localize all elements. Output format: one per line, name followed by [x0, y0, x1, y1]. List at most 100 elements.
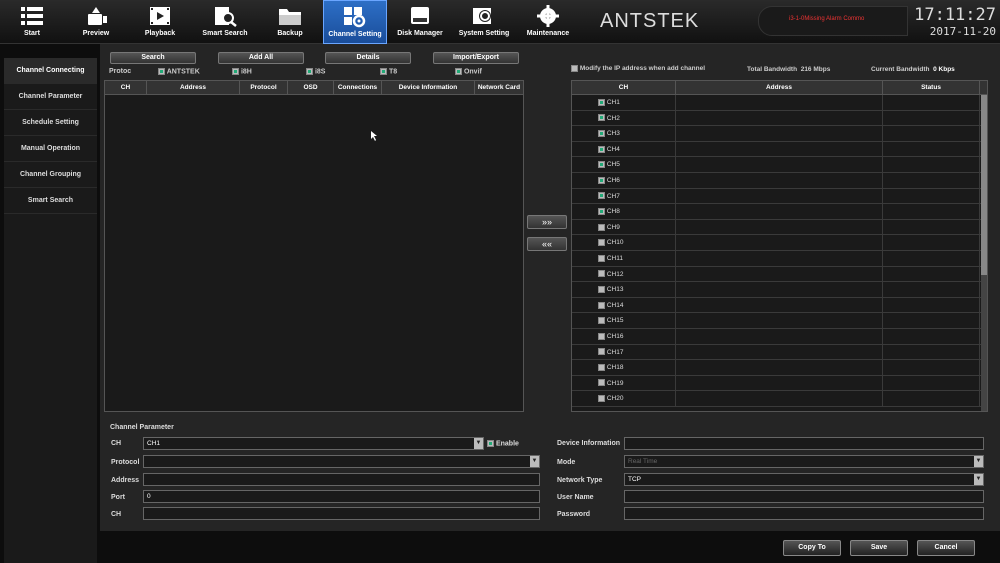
channel-row[interactable]: CH8	[572, 204, 987, 220]
checkbox[interactable]	[487, 440, 494, 447]
ch2-field[interactable]	[143, 507, 540, 520]
channel-checkbox[interactable]	[598, 395, 605, 403]
channel-checkbox[interactable]	[598, 317, 605, 325]
channel-row[interactable]: CH4	[572, 141, 987, 158]
channel-checkbox[interactable]	[598, 332, 605, 340]
checkbox[interactable]	[380, 68, 387, 75]
nav-smart-search[interactable]: Smart Search	[192, 0, 258, 44]
password-field[interactable]	[624, 507, 984, 520]
nav-backup[interactable]: Backup	[258, 0, 322, 44]
checkbox[interactable]	[306, 68, 313, 75]
column-header[interactable]: Connections	[334, 81, 382, 94]
mode-select[interactable]: Real Time ▼	[624, 455, 984, 468]
channel-row[interactable]: CH15	[572, 313, 987, 329]
channel-checkbox[interactable]	[598, 363, 605, 371]
network-type-select[interactable]: TCP ▼	[624, 473, 984, 486]
column-header[interactable]: Device Information	[382, 81, 475, 94]
channel-row[interactable]: CH12	[572, 266, 987, 283]
nav-playback[interactable]: Playback	[128, 0, 192, 44]
modify-ip-option[interactable]: Modify the IP address when add channel	[571, 65, 705, 72]
nav-channel-setting[interactable]: Channel Setting	[323, 0, 387, 44]
protocol-select[interactable]: ▼	[143, 455, 540, 468]
nav-disk-manager[interactable]: Disk Manager	[387, 0, 453, 44]
save-button[interactable]: Save	[850, 540, 908, 556]
column-header[interactable]: CH	[105, 81, 147, 94]
channel-row[interactable]: CH20	[572, 391, 987, 407]
channel-row[interactable]: CH11	[572, 250, 987, 267]
sidebar-item-manual-operation[interactable]: Manual Operation	[4, 136, 97, 162]
column-header[interactable]: Address	[676, 81, 883, 94]
channel-checkbox[interactable]	[598, 254, 605, 262]
channel-row[interactable]: CH2	[572, 110, 987, 127]
channel-row[interactable]: CH7	[572, 188, 987, 205]
channel-row[interactable]: CH3	[572, 126, 987, 142]
ch-select[interactable]: CH1 ▼	[143, 437, 484, 450]
checkbox[interactable]	[455, 68, 462, 75]
search-button[interactable]: Search	[110, 52, 196, 64]
column-header[interactable]: Status	[883, 81, 980, 94]
column-header[interactable]: Protocol	[240, 81, 288, 94]
channel-row[interactable]: CH9	[572, 219, 987, 236]
channel-checkbox[interactable]	[598, 176, 605, 184]
protocol-antstek[interactable]: ANTSTEK	[158, 68, 200, 75]
column-header[interactable]: CH	[572, 81, 676, 94]
channel-checkbox[interactable]	[598, 348, 605, 356]
cancel-button[interactable]: Cancel	[917, 540, 975, 556]
column-header[interactable]: OSD	[288, 81, 334, 94]
channel-row[interactable]: CH1	[572, 95, 987, 111]
sidebar-item-channel-grouping[interactable]: Channel Grouping	[4, 162, 97, 188]
channel-row[interactable]: CH14	[572, 297, 987, 314]
checkbox[interactable]	[232, 68, 239, 75]
scrollbar-thumb[interactable]	[981, 95, 987, 275]
channel-row[interactable]: CH19	[572, 375, 987, 392]
nav-maintenance[interactable]: Maintenance	[516, 0, 580, 44]
channel-row[interactable]: CH17	[572, 344, 987, 361]
channel-row[interactable]: CH6	[572, 172, 987, 189]
column-header[interactable]: Network Card	[475, 81, 523, 94]
channel-checkbox[interactable]	[598, 192, 605, 200]
device-information-field[interactable]	[624, 437, 984, 450]
details-button[interactable]: Details	[325, 52, 411, 64]
channel-checkbox[interactable]	[598, 223, 605, 231]
channel-checkbox[interactable]	[598, 145, 605, 153]
channel-checkbox[interactable]	[598, 379, 605, 387]
import-export-button[interactable]: Import/Export	[433, 52, 519, 64]
column-header[interactable]: Address	[147, 81, 240, 94]
device-table[interactable]: CH Address Protocol OSD Connections Devi…	[104, 80, 524, 412]
channel-checkbox[interactable]	[598, 98, 605, 106]
channel-checkbox[interactable]	[598, 114, 605, 122]
channel-row[interactable]: CH5	[572, 157, 987, 173]
protocol-t8[interactable]: T8	[380, 68, 397, 75]
alarm-ticker[interactable]: i3-1-0Missing Alarm Commo	[758, 6, 908, 36]
enable-option[interactable]: Enable	[487, 440, 519, 447]
channel-checkbox[interactable]	[598, 129, 605, 137]
channel-list-table[interactable]: CH Address Status CH1 CH2 CH3 CH4 CH5 CH…	[571, 80, 988, 412]
remove-channel-arrow-button[interactable]: ««	[527, 237, 567, 251]
user-name-field[interactable]	[624, 490, 984, 503]
nav-start[interactable]: Start	[0, 0, 64, 44]
copy-to-button[interactable]: Copy To	[783, 540, 841, 556]
sidebar-item-smart-search[interactable]: Smart Search	[4, 188, 97, 214]
channel-checkbox[interactable]	[598, 207, 605, 215]
sidebar-item-channel-connecting[interactable]: Channel Connecting	[4, 58, 97, 84]
port-field[interactable]: 0	[143, 490, 540, 503]
scrollbar[interactable]	[981, 95, 987, 411]
address-field[interactable]	[143, 473, 540, 486]
protocol-i8s[interactable]: i8S	[306, 68, 325, 75]
channel-checkbox[interactable]	[598, 301, 605, 309]
channel-row[interactable]: CH18	[572, 360, 987, 376]
protocol-onvif[interactable]: Onvif	[455, 68, 482, 75]
add-channel-arrow-button[interactable]: »»	[527, 215, 567, 229]
checkbox[interactable]	[571, 65, 578, 72]
channel-row[interactable]: CH16	[572, 328, 987, 345]
channel-checkbox[interactable]	[598, 161, 605, 169]
checkbox[interactable]	[158, 68, 165, 75]
sidebar-item-schedule-setting[interactable]: Schedule Setting	[4, 110, 97, 136]
channel-checkbox[interactable]	[598, 270, 605, 278]
channel-checkbox[interactable]	[598, 285, 605, 293]
protocol-i8h[interactable]: i8H	[232, 68, 252, 75]
add-all-button[interactable]: Add All	[218, 52, 304, 64]
sidebar-item-channel-parameter[interactable]: Channel Parameter	[4, 84, 97, 110]
channel-row[interactable]: CH10	[572, 235, 987, 251]
nav-preview[interactable]: Preview	[64, 0, 128, 44]
